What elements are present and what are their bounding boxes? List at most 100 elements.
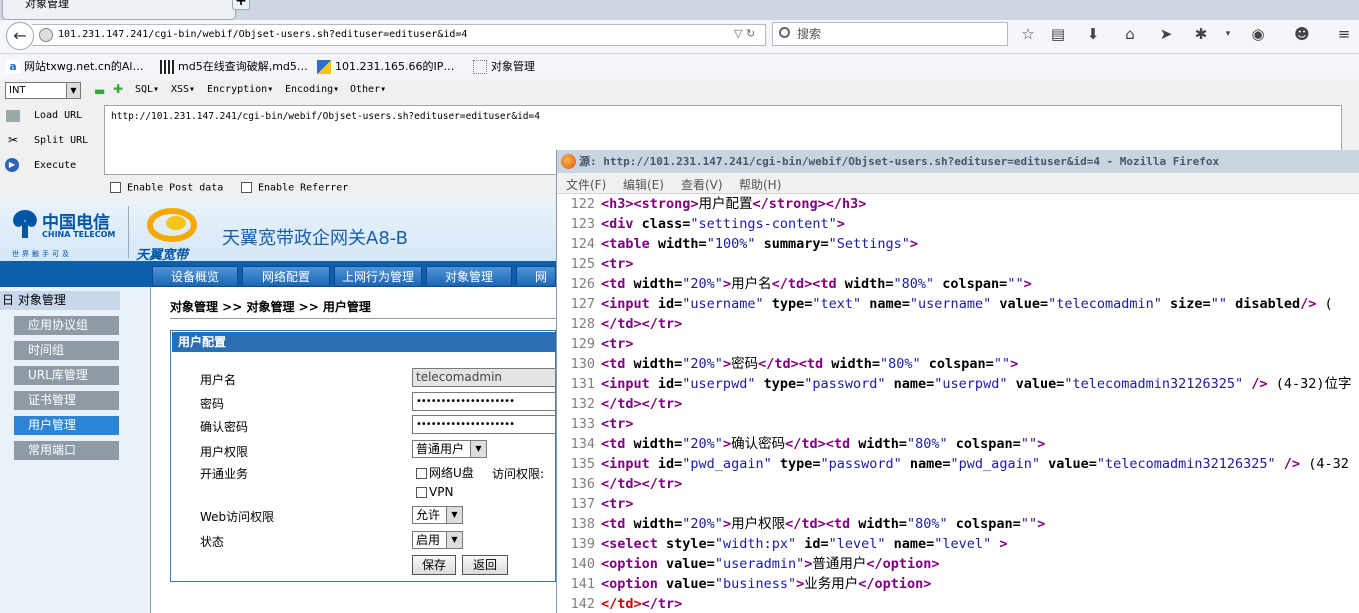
web-access-label: Web访问权限: [200, 510, 275, 524]
hackbar-url-value: http://101.231.147.241/cgi-bin/webif/Obj…: [111, 111, 540, 122]
enable-referrer-label: Enable Referrer: [258, 182, 349, 194]
line-number: 128: [570, 316, 595, 332]
home-icon[interactable]: ⌂: [1120, 24, 1140, 44]
url-dropdown-icon[interactable]: ▽ ↻: [734, 27, 755, 40]
downloads-icon[interactable]: ⬇: [1083, 24, 1103, 44]
menu-view[interactable]: 查看(V): [681, 176, 723, 193]
nav-tab-network2[interactable]: 网络: [516, 266, 556, 287]
code-token: class=: [641, 216, 691, 232]
menu-file[interactable]: 文件(F): [566, 176, 606, 193]
save-button[interactable]: 保存: [412, 555, 456, 575]
globe-icon[interactable]: ◉: [1248, 24, 1268, 44]
password-field[interactable]: ••••••••••••••••••••: [412, 392, 556, 411]
enable-post-checkbox[interactable]: Enable Post data: [110, 182, 223, 194]
nav-tab-objects[interactable]: 对象管理: [426, 266, 512, 287]
code-token: />: [1275, 456, 1301, 472]
chevron-down-icon[interactable]: ▼: [66, 83, 80, 98]
bookmark-label: md5在线查询破解,md5…: [178, 60, 308, 73]
code-token: <select: [601, 536, 667, 552]
status-select[interactable]: 启用 ▼: [412, 531, 463, 549]
bug-icon[interactable]: ✱: [1191, 24, 1211, 44]
enable-referrer-checkbox[interactable]: Enable Referrer: [241, 182, 348, 194]
bookmark-page-icon: [473, 60, 487, 74]
bookmark-item[interactable]: 对象管理: [473, 58, 535, 76]
decrease-icon[interactable]: ▬: [94, 84, 105, 98]
site-identity-icon[interactable]: [39, 28, 53, 42]
execute-button[interactable]: Execute: [34, 160, 76, 171]
code-token: colspan=: [934, 276, 1008, 292]
bookmark-item[interactable]: 101.231.165.66的IP…: [317, 58, 454, 76]
checkbox-icon: [416, 487, 427, 498]
back-button[interactable]: 返回: [462, 555, 508, 575]
menu-item-certificates[interactable]: 证书管理: [14, 391, 119, 410]
menu-help[interactable]: 帮助(H): [739, 176, 781, 193]
hackbar-menu-xss[interactable]: XSS▾: [171, 84, 195, 95]
code-token: <td: [601, 436, 634, 452]
hackbar-menu-encryption[interactable]: Encryption▾: [207, 84, 273, 95]
menu-item-ports[interactable]: 常用端口: [14, 441, 119, 460]
menu-icon[interactable]: ≡: [1334, 24, 1354, 44]
browser-tab[interactable]: 对象管理: [2, 0, 236, 20]
menu-item-label: 证书管理: [28, 393, 77, 407]
line-number: 135: [570, 456, 595, 472]
code-token: value=: [666, 556, 715, 572]
hackbar-menu-encoding[interactable]: Encoding▾: [285, 84, 339, 95]
load-url-button[interactable]: Load URL: [34, 110, 82, 121]
nav-tab-behavior[interactable]: 上网行为管理: [334, 266, 422, 287]
username-field[interactable]: telecomadmin: [412, 368, 556, 387]
code-token: "": [1020, 516, 1038, 532]
code-token: <td: [825, 436, 859, 452]
url-bar[interactable]: 101.231.147.241/cgi-bin/webif/Objset-use…: [32, 24, 766, 46]
menu-item-time-group[interactable]: 时间组: [14, 341, 119, 360]
web-access-select[interactable]: 允许 ▼: [412, 506, 463, 524]
code-token: 用户名: [731, 276, 772, 292]
code-token: width=: [633, 516, 683, 532]
menu-item-url-lib[interactable]: URL库管理: [14, 366, 119, 385]
level-label: 用户权限: [200, 445, 249, 459]
line-number: 123: [570, 216, 595, 232]
code-token: <input: [601, 296, 658, 312]
type-select-value: INT: [9, 85, 26, 96]
usb-label: 网络U盘: [429, 466, 474, 480]
bookmark-item[interactable]: a 网站txwg.net.cn的Al…: [6, 58, 143, 76]
split-url-button[interactable]: Split URL: [34, 135, 88, 146]
search-input[interactable]: 搜索: [772, 22, 1008, 46]
hackbar-menu-sql[interactable]: SQL▾: [135, 84, 159, 95]
bookmarks-list-icon[interactable]: ▤: [1048, 24, 1068, 44]
menu-item-label: 用户管理: [28, 418, 77, 432]
bookmark-star-icon[interactable]: ☆: [1018, 24, 1038, 44]
code-token: "100%": [706, 236, 756, 252]
send-icon[interactable]: ➤: [1156, 24, 1176, 44]
line-number: 126: [570, 276, 595, 292]
line-number: 137: [570, 496, 595, 512]
increase-icon[interactable]: ✚: [113, 82, 123, 96]
code-token: </h3>: [825, 196, 867, 212]
usb-checkbox[interactable]: 网络U盘: [416, 464, 474, 481]
bookmark-grid-icon: [160, 60, 174, 74]
nav-tab-overview[interactable]: 设备概览: [152, 266, 238, 287]
bookmark-item[interactable]: md5在线查询破解,md5…: [160, 58, 308, 76]
confirm-password-field[interactable]: ••••••••••••••••••••: [412, 415, 556, 434]
dropdown-icon[interactable]: ▾: [1218, 24, 1238, 44]
code-token: width=: [657, 236, 707, 252]
source-line: 138 <td width="20%">用户权限</td><td width="8…: [557, 514, 1046, 534]
new-tab-button[interactable]: +: [232, 0, 250, 10]
menu-edit[interactable]: 编辑(E): [623, 176, 664, 193]
vpn-checkbox[interactable]: VPN: [416, 485, 453, 499]
nav-tab-network[interactable]: 网络配置: [242, 266, 330, 287]
code-token: "useradmin": [714, 556, 805, 572]
chevron-down-icon: ▼: [446, 532, 462, 548]
level-select[interactable]: 普通用户 ▼: [412, 440, 487, 458]
back-button[interactable]: ←: [6, 22, 34, 50]
line-number: 125: [570, 256, 595, 272]
source-line: 122 <h3><strong>用户配置</strong></h3>: [557, 194, 867, 214]
menu-item-users[interactable]: 用户管理: [14, 416, 119, 435]
smiley-icon[interactable]: ☻: [1292, 24, 1312, 44]
code-token: >: [796, 576, 805, 592]
code-token: "userpwd": [682, 376, 756, 392]
hackbar-menu-other[interactable]: Other▾: [350, 84, 386, 95]
line-number: 141: [570, 576, 595, 592]
menu-header[interactable]: 日 对象管理: [0, 291, 120, 310]
menu-item-app-protocol[interactable]: 应用协议组: [14, 316, 119, 335]
code-token: </tr>: [641, 396, 683, 412]
